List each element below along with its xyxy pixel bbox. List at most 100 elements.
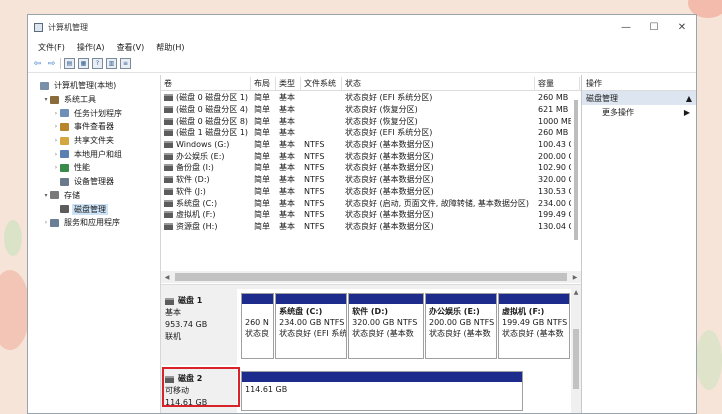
partition[interactable]: 办公娱乐 (E:) 200.00 GB NTFS 状态良好 (基本数	[425, 293, 497, 359]
volume-row[interactable]: 资源盘 (H:) 简单 基本 NTFS 状态良好 (基本数据分区) 130.04 GB	[161, 221, 581, 233]
more-actions-item[interactable]: 更多操作 ▶	[582, 105, 696, 119]
tree-item[interactable]: 设备管理器	[28, 175, 160, 189]
volume-icon	[164, 187, 173, 195]
volume-row[interactable]: (磁盘 0 磁盘分区 8) 简单 基本 状态良好 (恢复分区) 1000 MB	[161, 115, 581, 127]
tree-item-label: 磁盘管理	[72, 203, 108, 215]
volume-name-text: 软件 (J:)	[176, 186, 206, 196]
cell-filesystem: NTFS	[304, 198, 325, 208]
cell-type: 基本	[279, 93, 295, 103]
volume-row[interactable]: 系统盘 (C:) 简单 基本 NTFS 状态良好 (启动, 页面文件, 故障转储, 基本…	[161, 197, 581, 209]
actions-section-disk-management[interactable]: 磁盘管理 ▲	[582, 91, 696, 105]
volume-name-text: 软件 (D:)	[176, 175, 210, 185]
volume-row[interactable]: 办公娱乐 (E:) 简单 基本 NTFS 状态良好 (基本数据分区) 200.00 GB	[161, 150, 581, 162]
column-header-type[interactable]: 类型	[276, 77, 301, 90]
partition-name: 系统盘 (C:)	[279, 307, 323, 316]
window-title: 计算机管理	[48, 22, 88, 32]
tree-item[interactable]: › 事件查看器	[28, 120, 160, 134]
tree-item-icon	[50, 95, 59, 104]
tree-item[interactable]: › 本地用户和组	[28, 147, 160, 161]
cell-status: 状态良好 (恢复分区)	[345, 105, 418, 115]
expand-icon[interactable]: ›	[52, 164, 60, 171]
volume-row[interactable]: 备份盘 (I:) 简单 基本 NTFS 状态良好 (基本数据分区) 102.90 GB	[161, 162, 581, 174]
highlight-box	[162, 367, 240, 407]
expand-icon[interactable]: ▾	[42, 192, 50, 199]
tree-item[interactable]: › 性能	[28, 161, 160, 175]
tree-item[interactable]: › 任务计划程序	[28, 106, 160, 120]
column-header-layout[interactable]: 布局	[251, 77, 276, 90]
horizontal-scrollbar[interactable]: ◀ ▶	[161, 271, 581, 283]
cell-type: 基本	[279, 128, 295, 138]
menu-view[interactable]: 查看(V)	[111, 42, 151, 53]
scroll-right-icon[interactable]: ▶	[569, 274, 581, 281]
back-icon[interactable]: ⇦	[32, 58, 43, 69]
partition-bar	[242, 294, 274, 304]
scroll-left-icon[interactable]: ◀	[161, 274, 173, 281]
partition[interactable]: 114.61 GB	[241, 371, 523, 411]
list-vertical-scrollbar[interactable]	[571, 92, 581, 272]
forward-icon[interactable]: ⇨	[46, 58, 57, 69]
app-icon	[34, 22, 43, 32]
tree-item[interactable]: ▾ 系统工具	[28, 93, 160, 107]
volume-row[interactable]: Windows (G:) 简单 基本 NTFS 状态良好 (基本数据分区) 100.43 …	[161, 139, 581, 151]
volume-row[interactable]: (磁盘 1 磁盘分区 1) 简单 基本 状态良好 (EFI 系统分区) 260 MB	[161, 127, 581, 139]
tree-item-icon	[60, 205, 69, 214]
folder-icon[interactable]: ▤	[64, 58, 75, 69]
help-icon[interactable]: ?	[92, 58, 103, 69]
more-actions-label: 更多操作	[602, 107, 634, 117]
partition[interactable]: 虚拟机 (F:) 199.49 GB NTFS 状态良好 (基本数	[498, 293, 570, 359]
tree-item-icon	[60, 109, 69, 118]
disk-view-scrollbar[interactable]: ▲	[571, 289, 581, 413]
partition[interactable]: 系统盘 (C:) 234.00 GB NTFS 状态良好 (EFI 系统分区)	[275, 293, 348, 359]
tree-item[interactable]: ▾ 存储	[28, 189, 160, 203]
show-pane-icon[interactable]: ▥	[106, 58, 117, 69]
list-icon[interactable]: ≡	[120, 58, 131, 69]
cell-filesystem: NTFS	[304, 210, 325, 220]
tree-item[interactable]: › 共享文件夹	[28, 134, 160, 148]
partition-size: 114.61 GB	[245, 385, 288, 394]
menu-bar: 文件(F) 操作(A) 查看(V) 帮助(H)	[28, 39, 696, 55]
volume-row[interactable]: (磁盘 0 磁盘分区 1) 简单 基本 状态良好 (EFI 系统分区) 260 MB	[161, 92, 581, 104]
tree-item-label: 任务计划程序	[74, 108, 122, 118]
partition[interactable]: 软件 (D:) 320.00 GB NTFS 状态良好 (基本数	[348, 293, 424, 359]
volume-icon	[164, 152, 173, 160]
minimize-button[interactable]: —	[612, 15, 640, 39]
partition[interactable]: 260 N 状态良	[241, 293, 275, 359]
maximize-button[interactable]: ☐	[640, 15, 668, 39]
expand-icon[interactable]: ›	[52, 151, 60, 158]
properties-icon[interactable]: ▦	[78, 58, 89, 69]
scroll-up-icon[interactable]: ▲	[571, 289, 581, 299]
volume-row[interactable]: 软件 (J:) 简单 基本 NTFS 状态良好 (基本数据分区) 130.53 GB	[161, 186, 581, 198]
cell-layout: 简单	[254, 210, 270, 220]
column-header-status[interactable]: 状态	[342, 77, 535, 90]
volume-icon	[164, 117, 173, 125]
tree-item-label: 共享文件夹	[74, 136, 114, 146]
volume-row[interactable]: (磁盘 0 磁盘分区 4) 简单 基本 状态良好 (恢复分区) 621 MB	[161, 104, 581, 116]
expand-icon[interactable]: ›	[52, 110, 60, 117]
menu-action[interactable]: 操作(A)	[71, 42, 111, 53]
disk-1-status: 联机	[165, 332, 181, 341]
tree-item[interactable]: › 服务和应用程序	[28, 216, 160, 230]
column-header-capacity[interactable]: 容量	[535, 77, 580, 90]
cell-layout: 简单	[254, 163, 270, 173]
expand-icon[interactable]: ›	[52, 137, 60, 144]
column-header-volume[interactable]: 卷	[161, 77, 251, 90]
expand-icon[interactable]: ▾	[42, 96, 50, 103]
cell-layout: 简单	[254, 140, 270, 150]
volume-row[interactable]: 软件 (D:) 简单 基本 NTFS 状态良好 (基本数据分区) 320.00 GB	[161, 174, 581, 186]
column-header-filesystem[interactable]: 文件系统	[301, 77, 342, 90]
expand-icon[interactable]: ›	[52, 123, 60, 130]
scroll-thumb[interactable]	[175, 273, 567, 281]
tree-item[interactable]: 磁盘管理	[28, 202, 160, 216]
cell-volume-name: (磁盘 0 磁盘分区 8)	[161, 116, 251, 127]
disk-1-label[interactable]: 磁盘 1 基本 953.74 GB 联机	[161, 289, 237, 365]
close-button[interactable]: ✕	[668, 15, 696, 39]
volume-row[interactable]: 虚拟机 (F:) 简单 基本 NTFS 状态良好 (基本数据分区) 199.49 GB	[161, 209, 581, 221]
tree-item[interactable]: 计算机管理(本地)	[28, 79, 160, 93]
scroll-thumb[interactable]	[573, 329, 579, 389]
collapse-icon[interactable]: ▲	[686, 94, 692, 103]
volume-list-header: 卷 布局 类型 文件系统 状态 容量	[161, 77, 581, 91]
cell-status: 状态良好 (恢复分区)	[345, 116, 418, 126]
expand-icon[interactable]: ›	[42, 219, 50, 226]
menu-help[interactable]: 帮助(H)	[150, 42, 190, 53]
menu-file[interactable]: 文件(F)	[32, 42, 71, 53]
